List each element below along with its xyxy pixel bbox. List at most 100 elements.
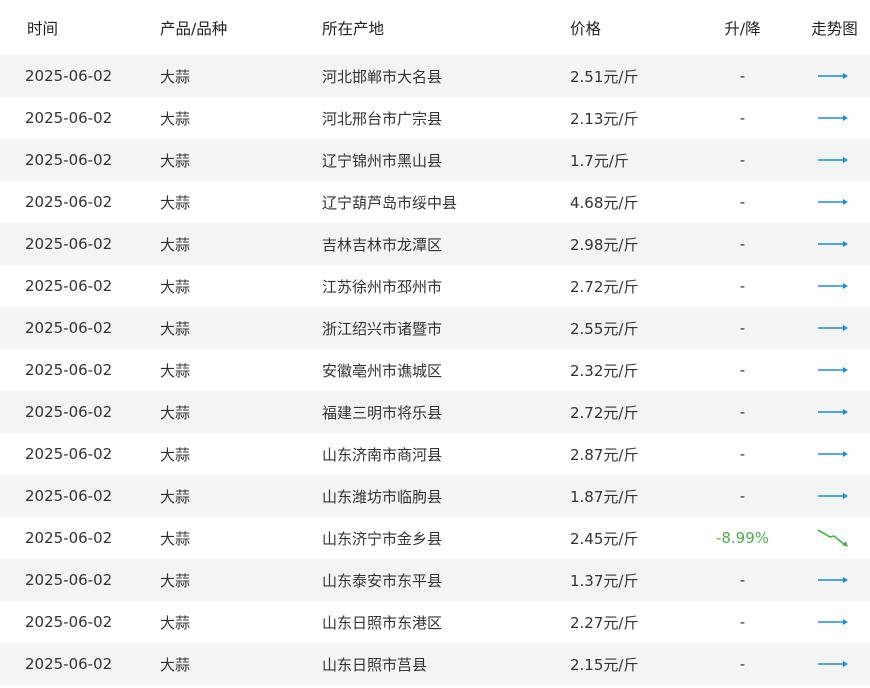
- row-trend[interactable]: [795, 66, 870, 86]
- row-change: -: [739, 613, 746, 631]
- row-product: 大蒜: [160, 151, 191, 170]
- header-trend: 走势图: [811, 19, 858, 38]
- row-product: 大蒜: [160, 235, 191, 254]
- row-price: 2.51元/斤: [570, 67, 639, 86]
- row-trend[interactable]: [795, 192, 870, 212]
- row-trend[interactable]: [795, 234, 870, 254]
- row-origin: 安徽亳州市谯城区: [322, 361, 443, 380]
- row-origin: 河北邢台市广宗县: [322, 109, 443, 128]
- table-header: 时间 产品/品种 所在产地 价格 升/降 走势图: [0, 0, 870, 55]
- trend-flat-arrow-icon[interactable]: [816, 612, 850, 632]
- table-row: 2025-06-02 大蒜 河北邢台市广宗县 2.13元/斤 -: [0, 97, 870, 139]
- trend-flat-arrow-icon[interactable]: [816, 66, 850, 86]
- row-price: 1.7元/斤: [570, 151, 629, 170]
- row-time: 2025-06-02: [25, 193, 113, 211]
- row-trend[interactable]: [795, 570, 870, 590]
- row-price: 1.87元/斤: [570, 487, 639, 506]
- table-row: 2025-06-02 大蒜 山东济宁市金乡县 2.45元/斤 -8.99%: [0, 517, 870, 559]
- row-time: 2025-06-02: [25, 361, 113, 379]
- row-trend[interactable]: [795, 108, 870, 128]
- row-product: 大蒜: [160, 361, 191, 380]
- row-change: -: [739, 67, 746, 85]
- row-time: 2025-06-02: [25, 403, 113, 421]
- table-row: 2025-06-02 大蒜 山东日照市莒县 2.15元/斤 -: [0, 643, 870, 685]
- table-row: 2025-06-02 大蒜 山东日照市东港区 2.27元/斤 -: [0, 601, 870, 643]
- row-time: 2025-06-02: [25, 487, 113, 505]
- trend-down-arrow-icon[interactable]: [816, 528, 850, 548]
- row-trend[interactable]: [795, 402, 870, 422]
- row-change: -: [739, 277, 746, 295]
- table-row: 2025-06-02 大蒜 山东济南市商河县 2.87元/斤 -: [0, 433, 870, 475]
- row-price: 2.32元/斤: [570, 361, 639, 380]
- table-row: 2025-06-02 大蒜 山东潍坊市临朐县 1.87元/斤 -: [0, 475, 870, 517]
- row-trend[interactable]: [795, 654, 870, 674]
- table-row: 2025-06-02 大蒜 浙江绍兴市诸暨市 2.55元/斤 -: [0, 307, 870, 349]
- row-trend[interactable]: [795, 150, 870, 170]
- row-change: -: [739, 655, 746, 673]
- row-price: 2.98元/斤: [570, 235, 639, 254]
- row-time: 2025-06-02: [25, 571, 113, 589]
- row-origin: 山东日照市莒县: [322, 655, 428, 674]
- row-price: 1.37元/斤: [570, 571, 639, 590]
- row-product: 大蒜: [160, 529, 191, 548]
- row-price: 4.68元/斤: [570, 193, 639, 212]
- row-change: -8.99%: [715, 529, 770, 547]
- row-trend[interactable]: [795, 528, 870, 548]
- trend-flat-arrow-icon[interactable]: [816, 654, 850, 674]
- table-row: 2025-06-02 大蒜 吉林吉林市龙潭区 2.98元/斤 -: [0, 223, 870, 265]
- row-trend[interactable]: [795, 276, 870, 296]
- trend-flat-arrow-icon[interactable]: [816, 234, 850, 254]
- price-table: 时间 产品/品种 所在产地 价格 升/降 走势图 2025-06-02 大蒜 河北邯…: [0, 0, 870, 685]
- row-trend[interactable]: [795, 612, 870, 632]
- row-change: -: [739, 487, 746, 505]
- row-time: 2025-06-02: [25, 277, 113, 295]
- row-change: -: [739, 109, 746, 127]
- row-price: 2.15元/斤: [570, 655, 639, 674]
- row-trend[interactable]: [795, 360, 870, 380]
- trend-flat-arrow-icon[interactable]: [816, 276, 850, 296]
- table-row: 2025-06-02 大蒜 福建三明市将乐县 2.72元/斤 -: [0, 391, 870, 433]
- trend-flat-arrow-icon[interactable]: [816, 108, 850, 128]
- header-origin: 所在产地: [322, 19, 385, 38]
- table-row: 2025-06-02 大蒜 安徽亳州市谯城区 2.32元/斤 -: [0, 349, 870, 391]
- header-product: 产品/品种: [160, 19, 228, 38]
- trend-flat-arrow-icon[interactable]: [816, 150, 850, 170]
- row-time: 2025-06-02: [25, 235, 113, 253]
- row-origin: 山东泰安市东平县: [322, 571, 443, 590]
- header-change: 升/降: [724, 19, 761, 38]
- row-change: -: [739, 445, 746, 463]
- row-change: -: [739, 151, 746, 169]
- row-origin: 福建三明市将乐县: [322, 403, 443, 422]
- trend-flat-arrow-icon[interactable]: [816, 192, 850, 212]
- row-time: 2025-06-02: [25, 529, 113, 547]
- row-price: 2.27元/斤: [570, 613, 639, 632]
- row-product: 大蒜: [160, 487, 191, 506]
- table-body: 2025-06-02 大蒜 河北邯郸市大名县 2.51元/斤 - 2025-06-02 大蒜…: [0, 55, 870, 685]
- row-price: 2.72元/斤: [570, 277, 639, 296]
- row-price: 2.55元/斤: [570, 319, 639, 338]
- trend-flat-arrow-icon[interactable]: [816, 486, 850, 506]
- row-change: -: [739, 319, 746, 337]
- row-origin: 河北邯郸市大名县: [322, 67, 443, 86]
- row-trend[interactable]: [795, 318, 870, 338]
- row-origin: 江苏徐州市邳州市: [322, 277, 443, 296]
- trend-flat-arrow-icon[interactable]: [816, 402, 850, 422]
- row-origin: 浙江绍兴市诸暨市: [322, 319, 443, 338]
- row-product: 大蒜: [160, 613, 191, 632]
- row-time: 2025-06-02: [25, 67, 113, 85]
- trend-flat-arrow-icon[interactable]: [816, 360, 850, 380]
- row-price: 2.72元/斤: [570, 403, 639, 422]
- trend-flat-arrow-icon[interactable]: [816, 318, 850, 338]
- row-trend[interactable]: [795, 444, 870, 464]
- row-trend[interactable]: [795, 486, 870, 506]
- row-change: -: [739, 235, 746, 253]
- row-product: 大蒜: [160, 193, 191, 212]
- row-product: 大蒜: [160, 655, 191, 674]
- row-time: 2025-06-02: [25, 151, 113, 169]
- header-time: 时间: [27, 19, 59, 38]
- trend-flat-arrow-icon[interactable]: [816, 444, 850, 464]
- trend-flat-arrow-icon[interactable]: [816, 570, 850, 590]
- row-product: 大蒜: [160, 571, 191, 590]
- row-origin: 山东济南市商河县: [322, 445, 443, 464]
- row-time: 2025-06-02: [25, 613, 113, 631]
